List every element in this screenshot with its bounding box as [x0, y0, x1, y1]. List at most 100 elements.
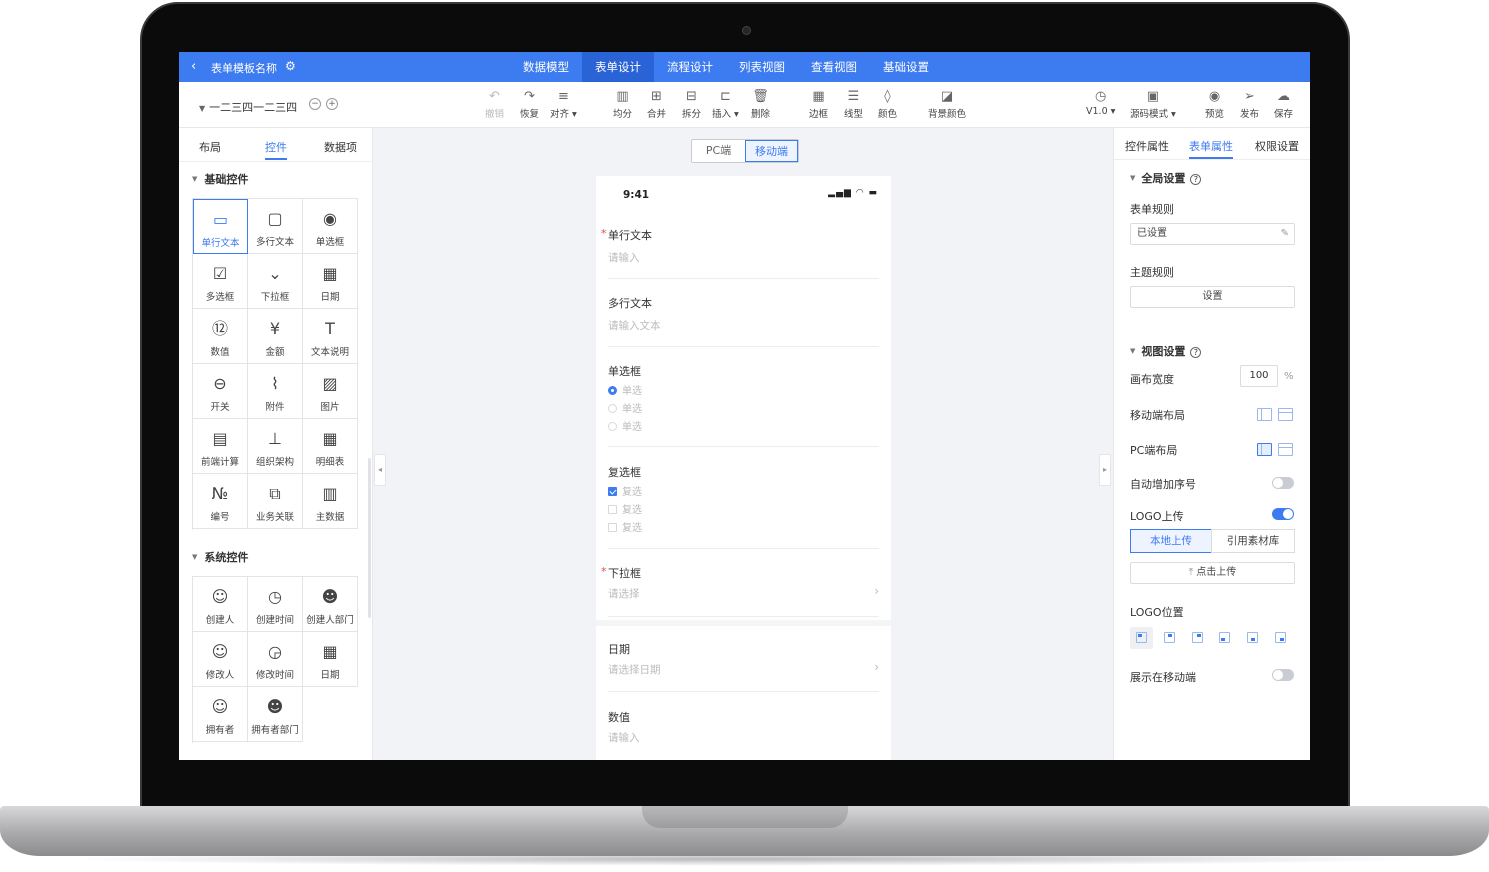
merge-button[interactable]: ⊞ 合并 [647, 88, 666, 120]
line-style-button[interactable]: ☰ 线型 [844, 88, 863, 120]
field-number[interactable]: 数值 请输入 [596, 706, 891, 760]
basic-control[interactable]: ⧉ 业务关联 [248, 474, 303, 529]
section-basic-controls[interactable]: ▼ 基础控件 [192, 171, 248, 187]
system-control[interactable]: ◷ 创建时间 [248, 577, 303, 632]
distribute-button[interactable]: ▥ 均分 [613, 88, 632, 120]
radio-option[interactable]: 单选 [608, 382, 642, 397]
layout-header-icon[interactable] [1278, 443, 1293, 456]
basic-control[interactable]: ⌇ 附件 [248, 364, 303, 419]
layout-sidebar-icon[interactable] [1257, 443, 1272, 456]
version-button[interactable]: ◷ V1.0 ▾ [1086, 88, 1115, 117]
basic-control[interactable]: ▥ 主数据 [303, 474, 358, 529]
minus-circle-icon[interactable]: − [309, 98, 321, 110]
system-control[interactable]: ▦ 日期 [303, 632, 358, 687]
logo-pos-bottom-right-icon[interactable] [1275, 632, 1286, 643]
field-single-line[interactable]: * 单行文本 请输入 [596, 224, 891, 280]
tab-control-props[interactable]: 控件属性 [1125, 138, 1169, 154]
align-button[interactable]: ≡ 对齐 ▾ [550, 88, 577, 120]
logo-upload-toggle[interactable] [1272, 508, 1294, 520]
logo-pos-top-center-icon[interactable] [1164, 632, 1175, 643]
field-radio[interactable]: 单选框 单选 单选 单选 [596, 360, 891, 448]
logo-pos-bottom-left-icon[interactable] [1219, 632, 1230, 643]
system-control[interactable]: ◶ 修改时间 [248, 632, 303, 687]
basic-control[interactable]: № 编号 [193, 474, 248, 529]
checkbox-option[interactable]: 复选 [608, 519, 642, 534]
basic-control[interactable]: T 文本说明 [303, 309, 358, 364]
system-control[interactable]: ☻ 拥有者部门 [248, 687, 303, 742]
show-mobile-toggle[interactable] [1272, 669, 1294, 681]
undo-button[interactable]: ↶ 撤销 [485, 88, 504, 120]
basic-control[interactable]: ▨ 图片 [303, 364, 358, 419]
tab-layout[interactable]: 布局 [199, 139, 221, 155]
system-control[interactable]: ☻ 创建人部门 [303, 577, 358, 632]
material-library-tab[interactable]: 引用素材库 [1211, 529, 1295, 553]
basic-control[interactable]: ☑ 多选框 [193, 254, 248, 309]
seg-pc[interactable]: PC端 [692, 140, 745, 162]
radio-option[interactable]: 单选 [608, 418, 642, 433]
auto-seq-toggle[interactable] [1272, 477, 1294, 489]
border-button[interactable]: ▦ 边框 [809, 88, 828, 120]
left-scrollbar[interactable] [368, 458, 371, 618]
edit-icon[interactable]: ✎ [1281, 224, 1289, 244]
split-button[interactable]: ⊟ 拆分 [682, 88, 701, 120]
publish-button[interactable]: ➢ 发布 [1240, 88, 1259, 120]
seg-mobile[interactable]: 移动端 [745, 140, 798, 162]
save-button[interactable]: ☁ 保存 [1274, 88, 1293, 120]
nav-list-view[interactable]: 列表视图 [726, 52, 798, 82]
basic-control[interactable]: ◉ 单选框 [303, 199, 358, 254]
nav-detail-view[interactable]: 查看视图 [798, 52, 870, 82]
basic-control[interactable]: ▦ 日期 [303, 254, 358, 309]
basic-control[interactable]: ▭ 单行文本 [193, 199, 248, 254]
insert-button[interactable]: ⊏ 插入 ▾ [712, 88, 739, 120]
chevron-left-icon[interactable]: ‹ [191, 59, 196, 74]
plus-circle-icon[interactable]: + [326, 98, 338, 110]
collapse-right-handle[interactable]: ▸ [1099, 454, 1111, 486]
layout-header-icon[interactable] [1278, 408, 1293, 421]
local-upload-tab[interactable]: 本地上传 [1130, 529, 1212, 553]
nav-basic-settings[interactable]: 基础设置 [870, 52, 942, 82]
help-icon[interactable]: ? [1190, 174, 1202, 185]
field-multi-line[interactable]: 多行文本 请输入文本 [596, 292, 891, 348]
section-global-settings[interactable]: ▼ 全局设置? [1130, 170, 1202, 186]
section-system-controls[interactable]: ▼ 系统控件 [192, 549, 248, 565]
field-checkbox[interactable]: 复选框 复选 复选 复选 [596, 461, 891, 549]
basic-control[interactable]: ▤ 前端计算 [193, 419, 248, 474]
nav-form-design[interactable]: 表单设计 [582, 52, 654, 82]
logo-pos-top-right-icon[interactable] [1192, 632, 1203, 643]
field-date[interactable]: 日期 请选择日期 › [596, 638, 891, 694]
nav-data-model[interactable]: 数据模型 [510, 52, 582, 82]
tab-form-props[interactable]: 表单属性 [1189, 138, 1233, 159]
canvas-width-input[interactable]: 100 [1240, 365, 1278, 387]
basic-control[interactable]: ▢ 多行文本 [248, 199, 303, 254]
basic-control[interactable]: ¥ 金额 [248, 309, 303, 364]
field-dropdown[interactable]: * 下拉框 请选择 › [596, 562, 891, 618]
bg-color-button[interactable]: ◪ 背景颜色 [928, 88, 966, 120]
basic-control[interactable]: ⊖ 开关 [193, 364, 248, 419]
logo-pos-top-left-icon[interactable] [1136, 632, 1147, 643]
basic-control[interactable]: ⊥ 组织架构 [248, 419, 303, 474]
checkbox-option[interactable]: 复选 [608, 501, 642, 516]
tab-permissions[interactable]: 权限设置 [1255, 138, 1299, 154]
section-view-settings[interactable]: ▼ 视图设置? [1130, 343, 1202, 359]
theme-rule-button[interactable]: 设置 [1130, 286, 1295, 308]
help-icon[interactable]: ? [1190, 347, 1202, 358]
system-control[interactable]: ☺ 拥有者 [193, 687, 248, 742]
click-upload-button[interactable]: ⤒ 点击上传 [1130, 562, 1295, 584]
logo-pos-bottom-center-icon[interactable] [1247, 632, 1258, 643]
form-rule-field[interactable]: 已设置 ✎ [1130, 223, 1295, 245]
page-selector[interactable]: ▼ 一二三四一二三四 [199, 99, 297, 115]
tab-controls[interactable]: 控件 [265, 139, 287, 160]
template-name[interactable]: 表单模板名称 [211, 60, 277, 76]
source-mode-button[interactable]: ▣ 源码模式 ▾ [1130, 88, 1176, 120]
layout-sidebar-icon[interactable] [1257, 408, 1272, 421]
redo-button[interactable]: ↷ 恢复 [520, 88, 539, 120]
tab-data-items[interactable]: 数据项 [324, 139, 357, 155]
delete-button[interactable]: 🗑 删除 [751, 88, 770, 120]
radio-option[interactable]: 单选 [608, 400, 642, 415]
basic-control[interactable]: ⌄ 下拉框 [248, 254, 303, 309]
preview-button[interactable]: ◉ 预览 [1205, 88, 1224, 120]
basic-control[interactable]: ▦ 明细表 [303, 419, 358, 474]
system-control[interactable]: ☺ 创建人 [193, 577, 248, 632]
checkbox-option[interactable]: 复选 [608, 483, 642, 498]
system-control[interactable]: ☺ 修改人 [193, 632, 248, 687]
